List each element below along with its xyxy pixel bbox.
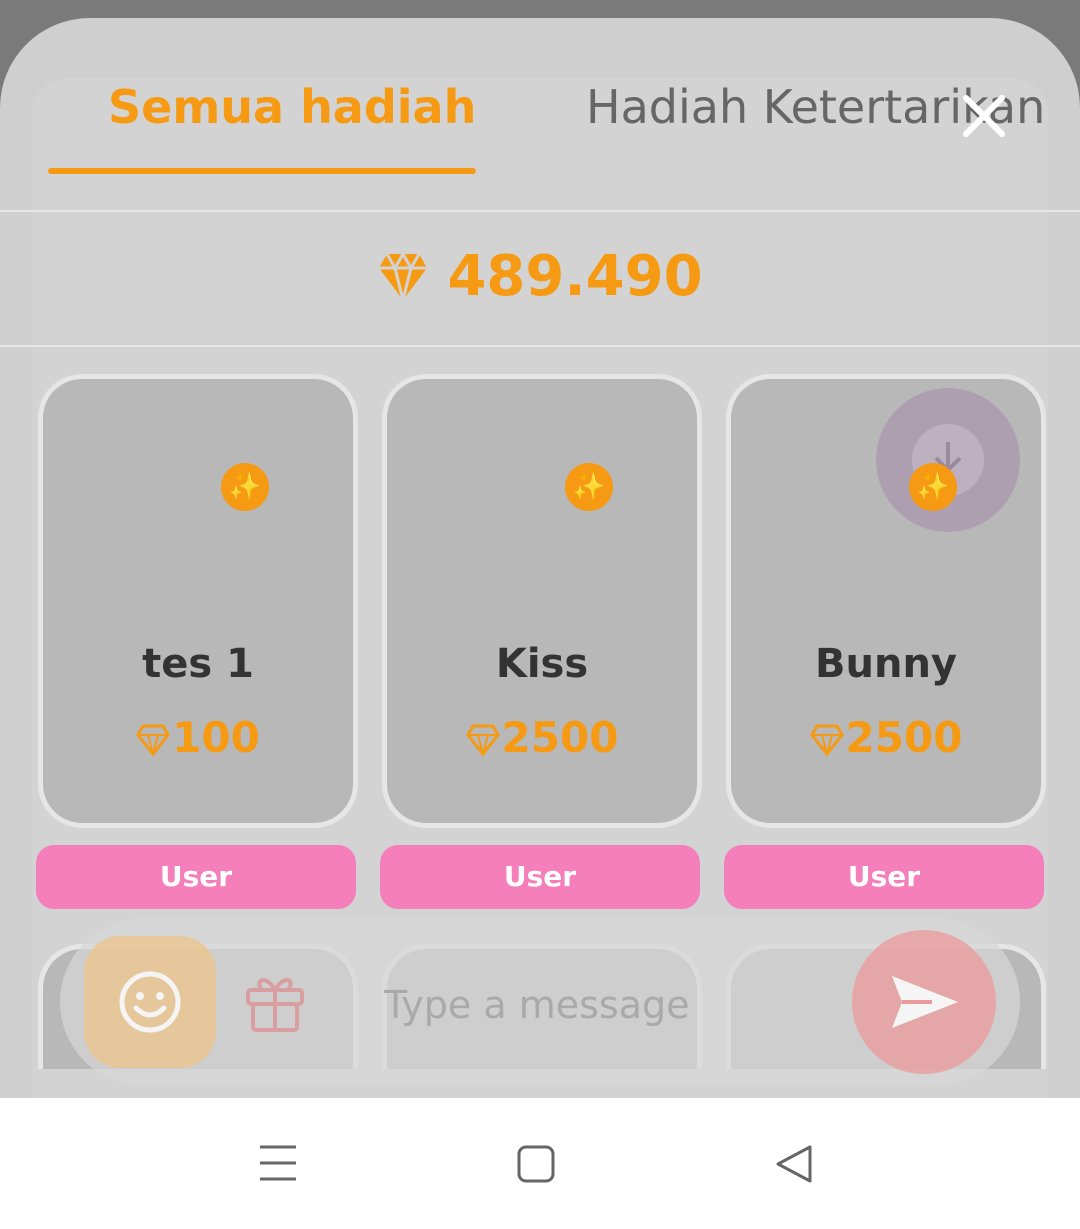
download-icon[interactable] — [876, 388, 1020, 532]
sparkle-icon: ✨ — [565, 463, 613, 511]
home-icon[interactable] — [516, 1144, 556, 1188]
gift-tag: User — [724, 845, 1044, 909]
gift-name: tes 1 — [142, 641, 254, 687]
tab-all-gifts[interactable]: Semua hadiah — [108, 80, 476, 134]
close-icon[interactable] — [960, 92, 1008, 140]
download-arrow-icon — [934, 442, 962, 473]
active-tab-indicator — [48, 168, 476, 174]
divider — [0, 210, 1080, 212]
balance-amount: 489.490 — [447, 244, 703, 309]
diamond-icon — [809, 724, 844, 758]
divider — [0, 345, 1080, 347]
send-icon[interactable] — [852, 930, 996, 1074]
gift-price-value: 2500 — [845, 713, 963, 762]
diamond-icon — [465, 724, 500, 758]
sparkle-icon: ✨ — [221, 463, 269, 511]
gift-price: 2500 — [387, 713, 697, 762]
menu-icon[interactable] — [258, 1144, 298, 1186]
gift-icon[interactable] — [244, 970, 306, 1038]
message-input[interactable] — [382, 976, 846, 1034]
gift-name: Bunny — [815, 641, 957, 687]
gift-tag: User — [380, 845, 700, 909]
diamond-icon — [379, 250, 428, 300]
gift-price: 100 — [43, 713, 353, 762]
diamond-balance: 489.490 — [0, 244, 1080, 309]
gift-price-value: 2500 — [501, 713, 619, 762]
gift-tag: User — [36, 845, 356, 909]
back-icon[interactable] — [774, 1144, 814, 1188]
emoji-icon[interactable] — [84, 936, 216, 1068]
gift-card[interactable]: ✨ Kiss 2500 — [382, 374, 702, 828]
system-nav-bar — [0, 1098, 1080, 1229]
gift-price: 2500 — [731, 713, 1041, 762]
gift-name: Kiss — [495, 641, 589, 687]
gift-card[interactable]: ✨ tes 1 100 — [38, 374, 358, 828]
gift-price-value: 100 — [172, 713, 260, 762]
diamond-icon — [136, 724, 170, 758]
